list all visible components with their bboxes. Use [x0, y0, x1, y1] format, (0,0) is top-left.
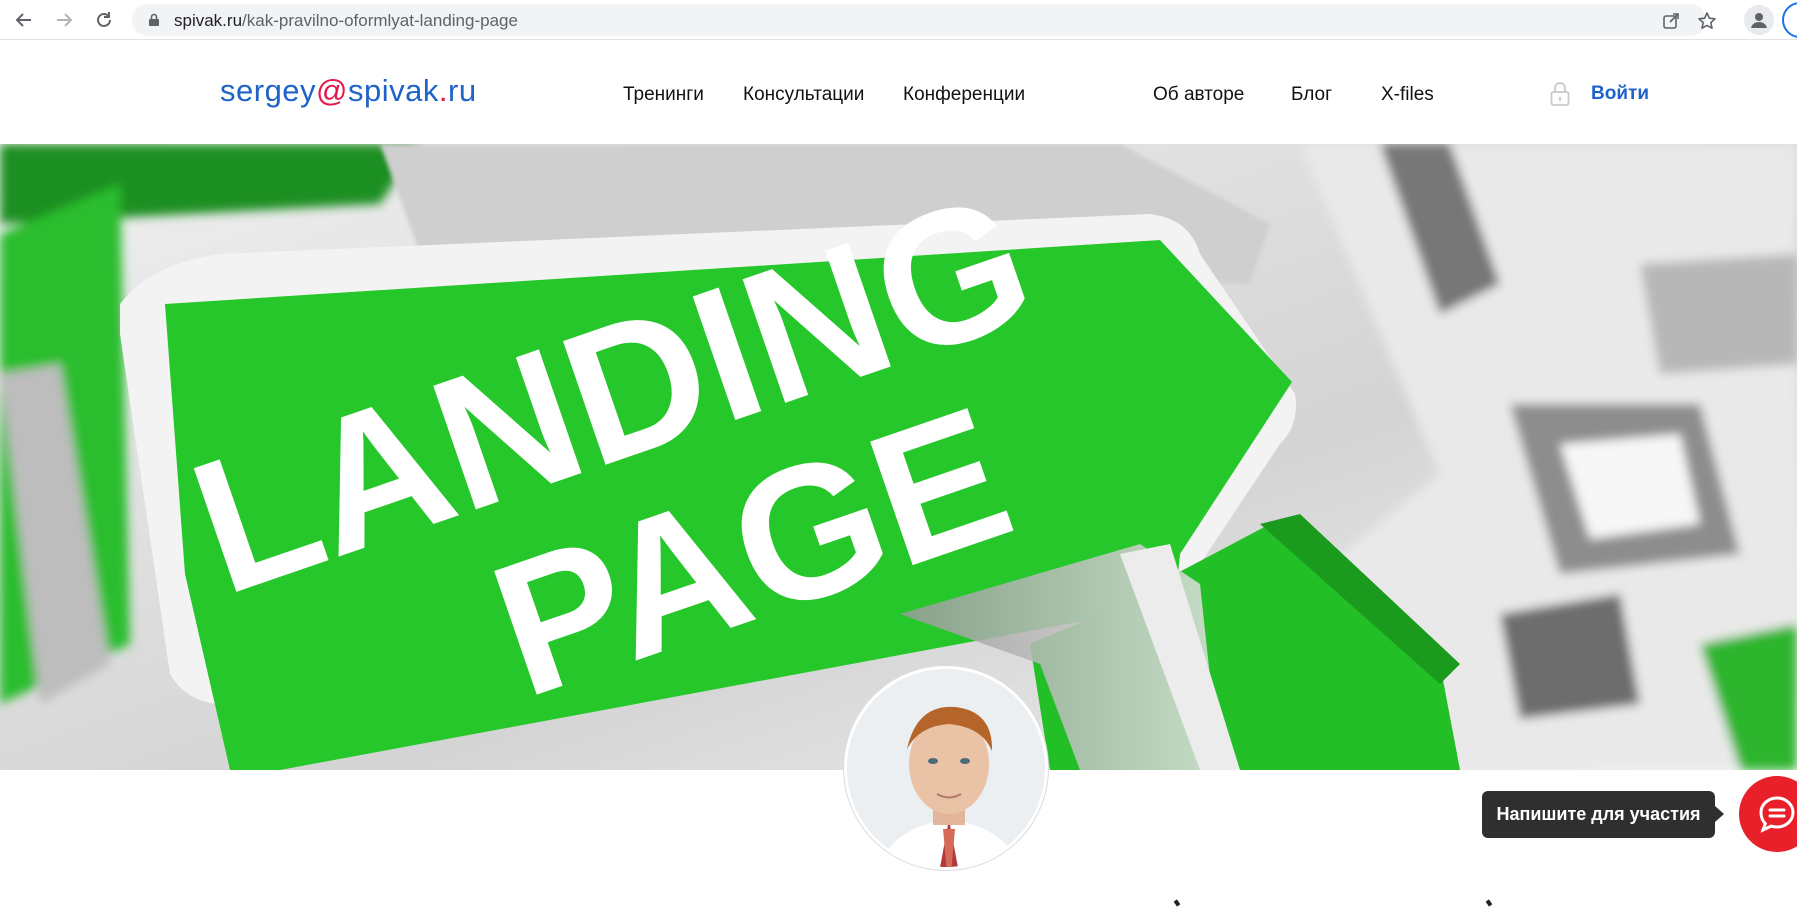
logo-tld: ru	[448, 73, 477, 108]
reload-icon[interactable]	[91, 7, 117, 33]
extension-button[interactable]	[1782, 2, 1797, 38]
logo-dot: .	[438, 73, 449, 108]
lock-icon	[149, 13, 159, 26]
profile-icon[interactable]	[1744, 5, 1774, 35]
logo-domain: spivak	[348, 73, 439, 108]
nav-item-about-author[interactable]: Об авторе	[1153, 84, 1244, 106]
login-link[interactable]: Войти	[1591, 83, 1649, 105]
logo-at: @	[316, 73, 349, 108]
url-text: spivak.ru/kak-pravilno-oformlyat-landing…	[174, 11, 518, 31]
star-icon[interactable]	[1696, 10, 1718, 32]
logo-user: sergey	[220, 73, 317, 108]
chat-bubble-icon	[1759, 796, 1795, 833]
back-arrow-icon[interactable]	[11, 7, 37, 33]
nav-item-conferences[interactable]: Конференции	[903, 84, 1025, 106]
nav-item-blog[interactable]: Блог	[1291, 84, 1332, 106]
address-bar[interactable]: spivak.ru/kak-pravilno-oformlyat-landing…	[132, 4, 1716, 36]
author-photo	[847, 669, 1045, 867]
share-icon[interactable]	[1660, 10, 1682, 32]
url-domain: spivak.ru	[174, 11, 243, 30]
url-path: /kak-pravilno-oformlyat-landing-page	[242, 11, 518, 30]
forward-arrow-icon[interactable]	[51, 7, 77, 33]
partial-glyph	[1485, 899, 1493, 907]
partial-glyph	[1173, 899, 1181, 907]
hero-banner: LANDING PAGE	[0, 144, 1797, 770]
chat-button[interactable]	[1739, 776, 1797, 852]
author-avatar	[844, 666, 1048, 870]
nav-item-trainings[interactable]: Тренинги	[623, 84, 704, 106]
nav-item-consultations[interactable]: Консультации	[743, 84, 864, 106]
nav-item-x-files[interactable]: X-files	[1381, 84, 1434, 106]
landing-page-illustration: LANDING PAGE	[0, 144, 1797, 770]
chat-tooltip: Напишите для участия	[1482, 791, 1724, 838]
site-logo[interactable]: sergey@spivak.ru	[220, 73, 477, 109]
browser-toolbar: spivak.ru/kak-pravilno-oformlyat-landing…	[0, 0, 1797, 40]
site-header: sergey@spivak.ru Тренинги Консультации К…	[0, 41, 1797, 144]
padlock-icon	[1550, 82, 1570, 106]
